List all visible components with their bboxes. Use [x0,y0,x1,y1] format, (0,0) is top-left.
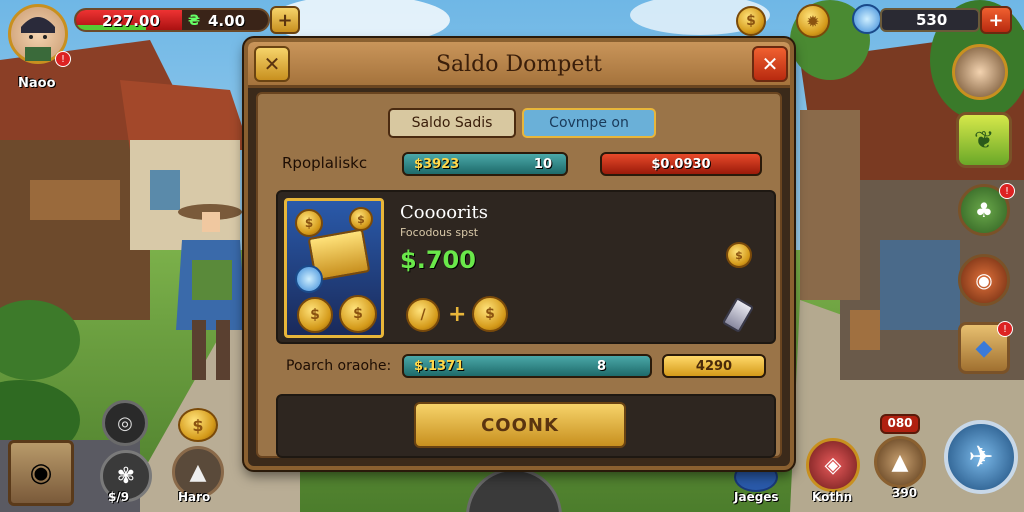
tab-label: Covmpe on [549,115,629,131]
gem-icon [852,4,882,34]
row1-red-value[interactable]: $0.0930 [600,152,762,176]
row2-gold-value[interactable]: 4290 [662,354,766,378]
tab-compare[interactable]: Covmpe on [522,108,656,138]
modal-body: Saldo Sadis Covmpe on Rpoplaliskc $3923 … [256,92,782,458]
player-avatar[interactable]: ! [8,4,71,67]
record-button[interactable]: ◎ [102,400,148,446]
counter-badge: 080 [880,414,920,434]
coin-pack-image[interactable]: $ $ $ $ [284,198,384,338]
confirm-button[interactable]: COONK [414,402,626,448]
pet-badge: ! [999,183,1015,199]
pets-label: $/9 [108,490,130,504]
bag-icon[interactable]: ◆! [958,321,1013,374]
bag-badge: ! [997,321,1013,337]
add-health-button[interactable]: + [270,6,300,34]
leaf-icon[interactable]: ❦ [956,112,1012,168]
row1-bar-left: $3923 [414,156,460,172]
row1-bar-right: 10 [533,156,552,172]
tab-saldo[interactable]: Saldo Sadis [388,108,516,138]
row2-label: Poarch oraohe: [286,358,392,374]
plus-icon: + [277,9,293,31]
modal-title: Saldo Dompett [435,52,603,77]
row2-gold-text: 4290 [695,358,733,374]
coin-stack-icon: $ [726,242,752,268]
bottle-icon [721,297,755,333]
health-bar: 227.00 ₴ 4.00 [74,8,270,32]
close-icon: ✕ [761,52,779,76]
pet-paw-icon: ✾ [116,463,136,489]
secondary-value: 4.00 [208,12,246,30]
gold-coin-icon[interactable]: $ [736,6,766,36]
card-subtitle: Focodous spst [400,226,479,239]
coin-icon[interactable]: / [406,298,440,332]
add-gems-button[interactable]: + [980,6,1012,34]
wallet-modal: Saldo Dompett ✕ ✕ Saldo Sadis Covmpe on … [244,38,794,470]
helmet-icon: ▲ [189,459,207,485]
coin-icon[interactable]: $ [472,296,508,332]
row1-red-text: $0.0930 [651,156,711,172]
coin-icon: $ [297,297,333,333]
row2-bar-right: 8 [596,358,606,374]
companion-avatar[interactable] [952,44,1008,100]
gem-counter: 530 [880,8,980,32]
floating-coin-icon[interactable]: $ [178,408,218,442]
avatar-alert-badge: ! [55,51,71,67]
gem-value: 530 [916,11,948,29]
camp-button[interactable]: ▲ [874,436,926,488]
camp-label: 390 [892,486,918,500]
confirm-label: COONK [481,414,559,436]
hero-label: Haro [178,490,211,504]
plus-icon: + [448,302,467,327]
spiral-icon: ◎ [117,412,133,434]
shop-button[interactable]: ◈ [806,438,860,492]
sword-icon: ✈ [968,439,994,475]
row1-label: Rpoplaliskc [282,154,368,172]
gem-icon [295,265,323,293]
tent-icon: ▲ [891,449,909,475]
card-amount: $.700 [400,246,476,274]
row1-bar: $3923 10 [402,152,568,176]
close-icon: ✕ [263,52,281,76]
game-scene: ! Naoo 227.00 ₴ 4.00 + $ ✹ 530 + ❦ ♣! ◉ … [0,0,1024,512]
card-title: Coooorits [400,202,488,223]
coin-pack-panel: $ $ $ $ Coooorits Focodous spst $.700 / … [276,190,776,344]
health-value: 227.00 [102,12,160,30]
shop-label: Kothn [812,490,853,504]
tab-label: Saldo Sadis [411,115,493,131]
plus-icon: + [988,9,1004,31]
currency-icon: ₴ [188,13,201,29]
row2-bar-left: $.1371 [414,358,465,374]
back-button[interactable]: ✕ [254,46,290,82]
coin-icon: $ [349,207,373,231]
event-button[interactable]: ◉ [958,254,1010,306]
settings-gear-icon[interactable]: ✹ [796,4,830,38]
player-name: Naoo [18,76,56,91]
modal-header: Saldo Dompett [248,42,790,88]
coin-icon: $ [295,209,323,237]
event-icon: ◉ [975,268,993,292]
pet-button[interactable]: ♣! [958,183,1015,236]
pet-icon: ♣ [975,198,993,222]
map-icon[interactable]: ◉ [8,440,74,506]
coin-icon: $ [339,295,377,333]
gift-icon: ◈ [824,452,842,478]
attack-button[interactable]: ✈ [944,420,1018,494]
row2-bar: $.1371 8 [402,354,652,378]
quest-label: Jaeges [734,490,779,504]
close-button[interactable]: ✕ [752,46,788,82]
